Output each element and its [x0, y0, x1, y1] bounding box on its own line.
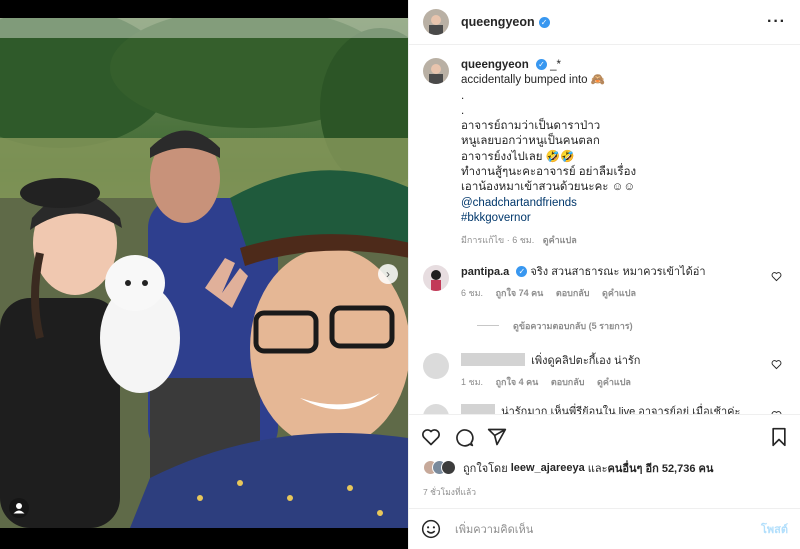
comment-item: น่ารักมาก เห็นพี่รีย้อนใน live อาจารย์อย… — [423, 403, 786, 414]
verified-badge-icon: ✓ — [516, 265, 528, 277]
next-photo-button[interactable]: › — [378, 264, 398, 284]
comment-like-heart-icon[interactable] — [771, 359, 782, 370]
tagged-users-button[interactable] — [9, 498, 29, 518]
comment-text: น่ารักมาก เห็นพี่รีย้อนใน live อาจารย์อย… — [501, 405, 741, 414]
verified-badge-icon: ✓ — [538, 16, 550, 28]
caption-translate-link[interactable]: ดูคำแปล — [543, 235, 577, 245]
caption-text: queengyeon ✓ _* accidentally bumped into… — [461, 58, 781, 249]
comment-body: pantipa.a ✓ จริง สวนสาธารณะ หมาควรเข้าได… — [461, 265, 781, 301]
selfie-illustration — [0, 18, 408, 528]
comment-translate-link[interactable]: ดูคำแปล — [597, 377, 631, 387]
comments-scroll-area[interactable]: queengyeon ✓ _* accidentally bumped into… — [409, 46, 800, 414]
emoji-icon[interactable] — [421, 519, 441, 539]
avatar-image — [423, 264, 449, 291]
post-side-panel: queengyeon ✓ ··· queengyeon ✓ _* acciden… — [408, 0, 800, 549]
view-replies-button[interactable]: ดูข้อความตอบกลับ (5 รายการ) — [477, 319, 786, 333]
heart-icon[interactable] — [421, 427, 441, 447]
avatar-image — [423, 9, 449, 35]
photo-pane: › — [0, 0, 408, 549]
divider — [477, 325, 499, 327]
comment-translate-link[interactable]: ดูคำแปล — [602, 288, 636, 298]
comment-text: จริง สวนสาธารณะ หมาควรเข้าได้อ่า — [530, 265, 706, 278]
bookmark-icon[interactable] — [770, 427, 788, 447]
share-icon[interactable] — [487, 427, 507, 447]
caption-author-avatar[interactable] — [423, 58, 449, 84]
caption-line: accidentally bumped into 🙈 — [461, 74, 606, 87]
commenter-username[interactable]: pantipa.a — [461, 266, 509, 278]
caption-line: ทำงานสู้ๆนะคะอาจารย์ อย่าลืมเรื่อง — [461, 166, 637, 179]
comment-input[interactable]: เพิ่มความคิดเห็น — [455, 520, 533, 538]
comment-icon[interactable] — [454, 427, 474, 447]
caption-hashtag-link[interactable]: #bkkgovernor — [461, 211, 781, 226]
post-caption: queengyeon ✓ _* accidentally bumped into… — [423, 58, 786, 249]
comment-like-heart-icon[interactable] — [771, 271, 782, 282]
post-photo[interactable] — [0, 18, 408, 528]
caption-line: อาจารย์งงไปเลย 🤣🤣 — [461, 150, 575, 163]
likers-avatars — [423, 460, 457, 476]
post-comment-button[interactable]: โพสต์ — [761, 520, 788, 538]
caption-line: เอาน้องหมาเข้าสวนด้วยนะคะ ☺☺ — [461, 181, 636, 194]
instagram-post-modal: › queengyeon ✓ ··· queengyeon ✓ _* accid… — [0, 0, 800, 549]
comment-meta: 1 ชม. ถูกใจ 4 คน ตอบกลับ ดูคำแปล — [461, 375, 781, 390]
caption-line: หนูเลยบอกว่าหนูเป็นคนตลก — [461, 135, 600, 148]
caption-mention-link[interactable]: @chadchartandfriends — [461, 196, 781, 211]
comment-likes-count[interactable]: ถูกใจ 74 คน — [496, 288, 544, 298]
caption-meta: มีการแก้ไข · 6 ชม. ดูคำแปล — [461, 233, 781, 248]
caption-line: . — [461, 104, 465, 117]
comment-body: น่ารักมาก เห็นพี่รีย้อนใน live อาจารย์อย… — [461, 403, 781, 414]
avatar-image — [423, 58, 449, 84]
post-action-bar — [409, 414, 800, 459]
author-avatar[interactable] — [423, 9, 449, 35]
comment-time: 1 ชม. — [461, 376, 484, 387]
post-time-ago: 7 ชั่วโมงที่แล้ว — [423, 487, 477, 497]
commenter-avatar[interactable] — [423, 264, 449, 291]
comment-body: เพิ่งดูคลิปตะกี้เอง น่ารัก 1 ชม. ถูกใจ 4… — [461, 352, 781, 390]
liker-avatar — [441, 460, 456, 475]
add-comment-bar: เพิ่มความคิดเห็น โพสต์ — [409, 508, 800, 549]
redacted-username — [461, 352, 525, 366]
verified-badge-icon: ✓ — [535, 59, 547, 70]
caption-line: . — [461, 89, 465, 102]
likes-summary: ถูกใจโดย leew_ajareeya และ คนอื่นๆ อีก 5… — [423, 459, 786, 477]
comment-time: 6 ชม. — [461, 287, 484, 298]
comment-item: เพิ่งดูคลิปตะกี้เอง น่ารัก 1 ชม. ถูกใจ 4… — [423, 352, 786, 390]
commenter-avatar[interactable] — [423, 352, 449, 379]
post-header: queengyeon ✓ ··· — [409, 0, 800, 45]
likes-middle: และ — [587, 463, 608, 475]
caption-edited-time: มีการแก้ไข · 6 ชม. — [461, 235, 535, 246]
likes-prefix: ถูกใจโดย — [463, 463, 508, 475]
comment-meta: 6 ชม. ถูกใจ 74 คน ตอบกลับ ดูคำแปล — [461, 286, 781, 301]
view-replies-label: ดูข้อความตอบกลับ (5 รายการ) — [513, 320, 633, 331]
likes-others-link[interactable]: คนอื่นๆ อีก 52,736 คน — [608, 459, 714, 477]
more-options-icon[interactable]: ··· — [767, 13, 786, 31]
likes-user-link[interactable]: leew_ajareeya — [511, 462, 585, 474]
commenter-avatar[interactable] — [423, 403, 449, 414]
comment-text: เพิ่งดูคลิปตะกี้เอง น่ารัก — [531, 354, 641, 367]
comment-item: pantipa.a ✓ จริง สวนสาธารณะ หมาควรเข้าได… — [423, 264, 786, 301]
comment-likes-count[interactable]: ถูกใจ 4 คน — [496, 377, 539, 387]
comment-reply-button[interactable]: ตอบกลับ — [556, 288, 590, 298]
caption-suffix: _* — [550, 59, 562, 71]
author-username[interactable]: queengyeon — [461, 15, 535, 29]
comment-reply-button[interactable]: ตอบกลับ — [551, 377, 585, 387]
caption-line: อาจารย์ถามว่าเป็นดาราป่าว — [461, 120, 601, 133]
redacted-username — [461, 403, 495, 414]
caption-username[interactable]: queengyeon — [461, 59, 529, 71]
user-icon — [13, 503, 25, 514]
